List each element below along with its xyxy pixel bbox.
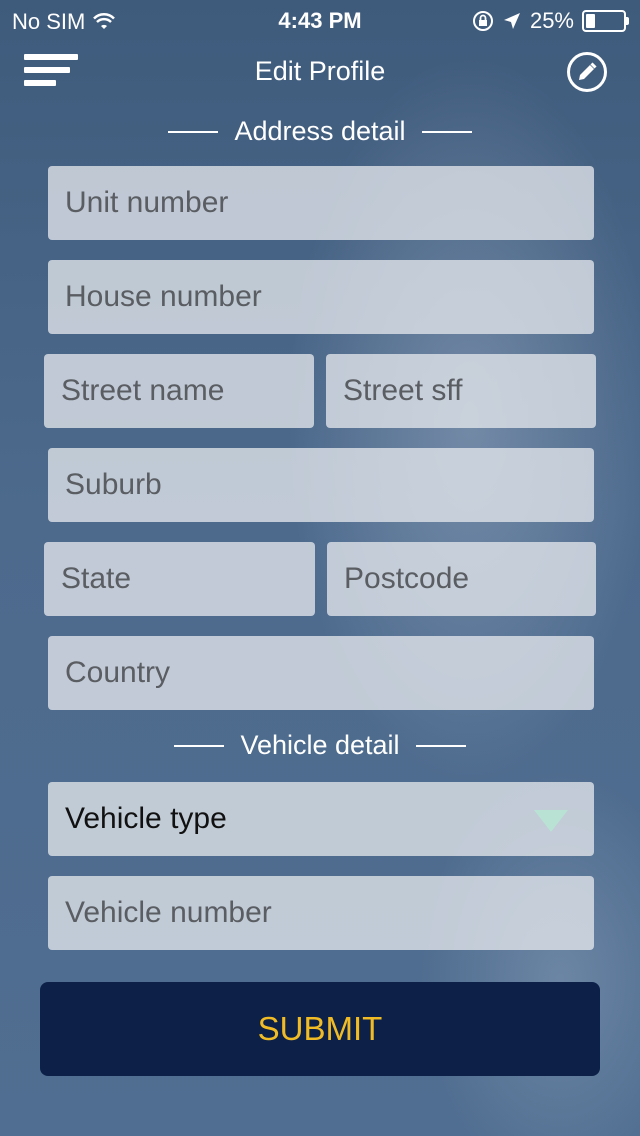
divider-right bbox=[415, 744, 466, 747]
battery-percent: 25% bbox=[529, 8, 574, 33]
vehicle-type-label: Vehicle type bbox=[65, 802, 227, 835]
pencil-edit-icon[interactable] bbox=[567, 52, 607, 92]
status-bar: No SIM 4:43 PM 25% bbox=[0, 0, 640, 40]
postcode-field[interactable]: Postcode bbox=[327, 542, 596, 616]
dropdown-triangle-icon bbox=[534, 810, 568, 832]
nav-bar: Edit Profile bbox=[0, 40, 640, 106]
battery-icon bbox=[582, 10, 629, 32]
page-title: Edit Profile bbox=[254, 56, 386, 86]
vehicle-section-header: Vehicle detail bbox=[0, 730, 640, 761]
orientation-lock-icon bbox=[472, 11, 493, 31]
address-section-title: Address detail bbox=[234, 116, 406, 146]
house-number-field[interactable]: House number bbox=[48, 260, 594, 334]
status-right: 25% bbox=[472, 8, 629, 34]
unit-number-field[interactable]: Unit number bbox=[48, 166, 594, 240]
street-suffix-field[interactable]: Street sff bbox=[326, 354, 596, 428]
divider-right bbox=[421, 130, 472, 133]
battery-level bbox=[586, 14, 595, 28]
divider-left bbox=[174, 744, 225, 747]
vehicle-section-title: Vehicle detail bbox=[240, 730, 400, 760]
pencil-icon bbox=[579, 62, 597, 80]
country-field[interactable]: Country bbox=[48, 636, 594, 710]
address-section-header: Address detail bbox=[0, 116, 640, 147]
suburb-field[interactable]: Suburb bbox=[48, 448, 594, 522]
submit-button[interactable]: SUBMIT bbox=[40, 982, 600, 1076]
vehicle-type-select[interactable]: Vehicle type bbox=[48, 782, 594, 856]
state-field[interactable]: State bbox=[44, 542, 315, 616]
street-name-field[interactable]: Street name bbox=[44, 354, 314, 428]
location-arrow-icon bbox=[503, 13, 520, 29]
divider-left bbox=[168, 130, 219, 133]
vehicle-number-field[interactable]: Vehicle number bbox=[48, 876, 594, 950]
